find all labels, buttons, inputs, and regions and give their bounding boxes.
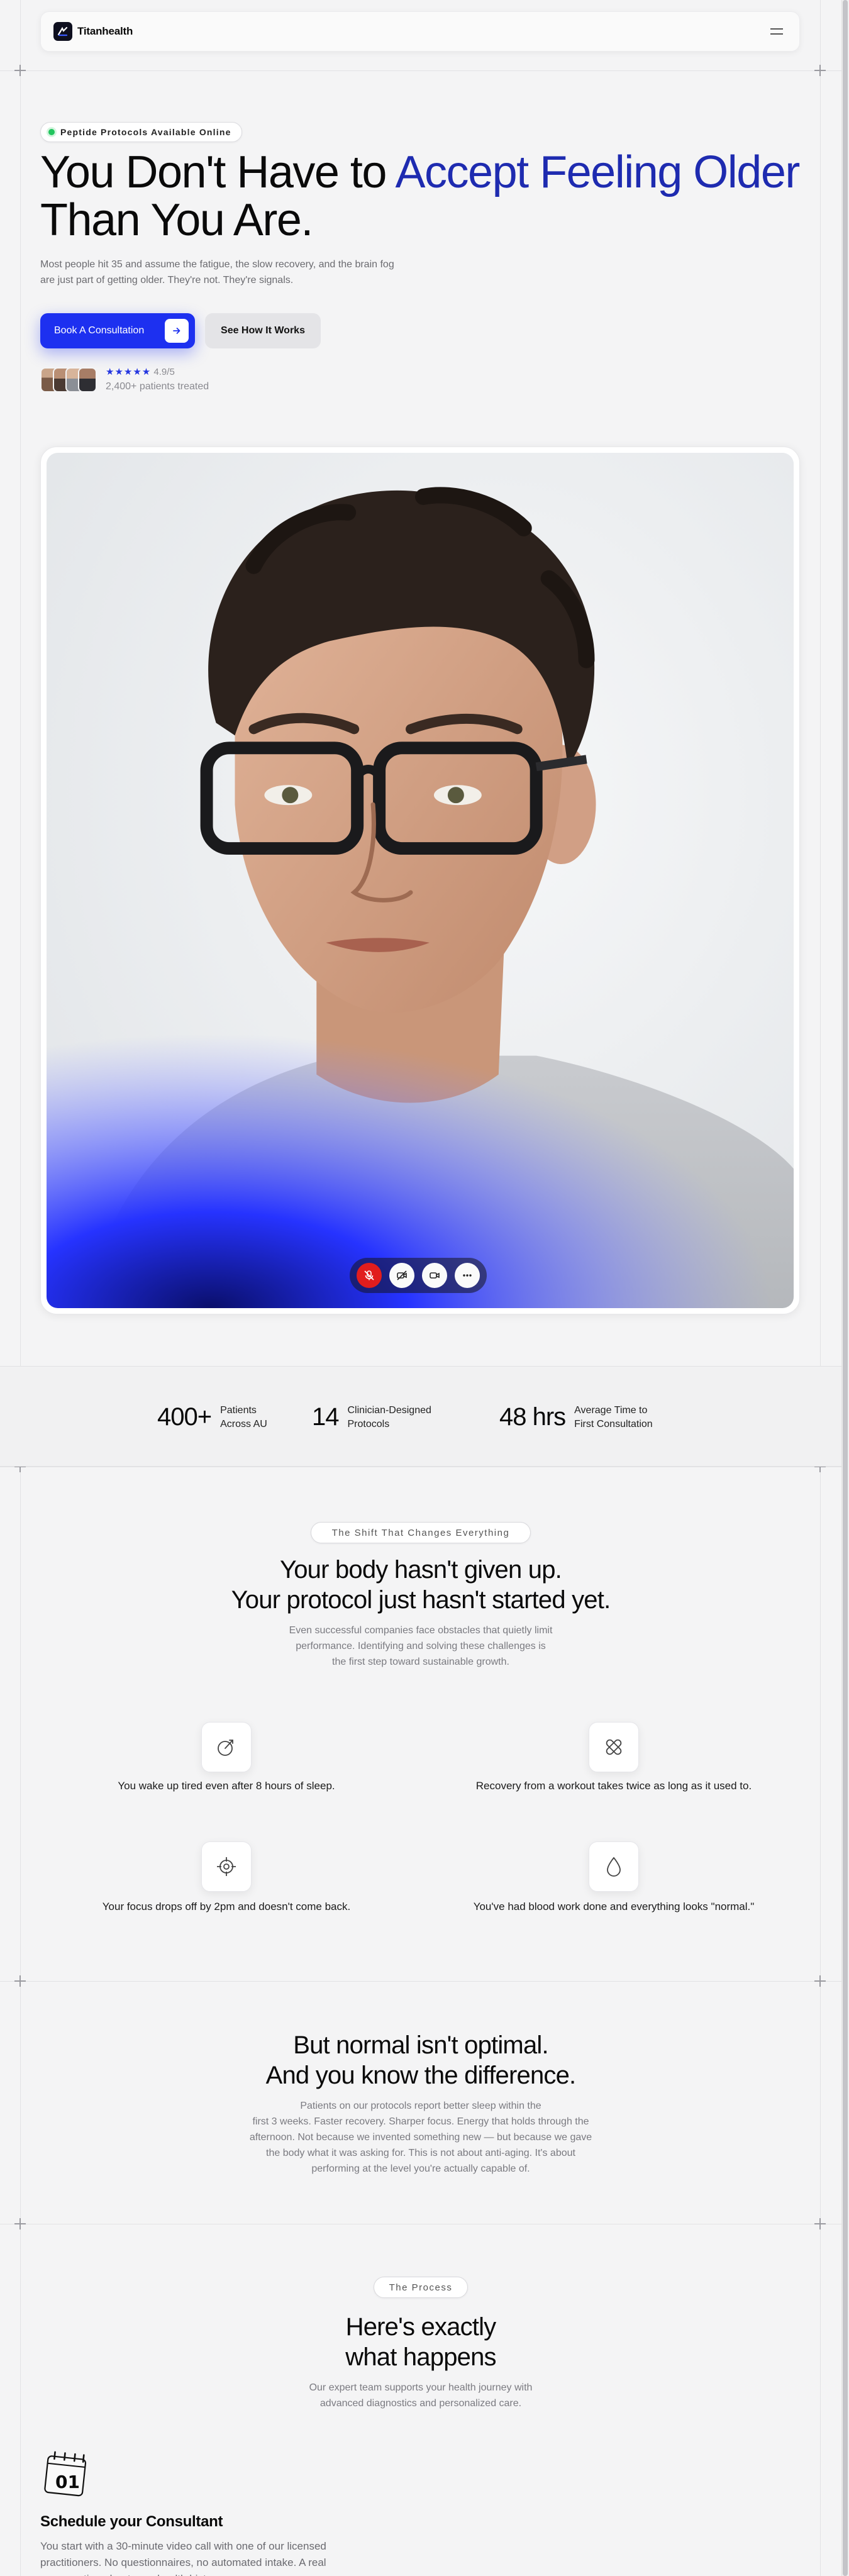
cross-icon bbox=[814, 65, 826, 76]
hero-title-accent: Accept Feeling Older bbox=[395, 147, 801, 197]
hero-title: You Don't Have to Accept Feeling Older Th… bbox=[40, 148, 820, 244]
guide-line bbox=[0, 1981, 849, 1982]
status-dot-icon bbox=[48, 129, 55, 135]
drop-icon bbox=[589, 1841, 639, 1892]
patient-avatars bbox=[40, 367, 97, 392]
hero-title-part1: You Don't Have to bbox=[40, 147, 396, 197]
calendar-icon: 01 bbox=[40, 2448, 93, 2501]
hero-subtitle: Most people hit 35 and assume the fatigu… bbox=[40, 259, 394, 286]
symptom-text: You've had blood work done and everythin… bbox=[473, 1901, 755, 1913]
hero-video-frame bbox=[40, 447, 800, 1314]
guide-line bbox=[20, 0, 21, 2576]
cross-icon bbox=[14, 2218, 26, 2229]
camera-off-icon[interactable] bbox=[389, 1263, 414, 1288]
process-subtitle: Our expert team supports your health jou… bbox=[309, 2382, 533, 2409]
cross-icon bbox=[14, 1975, 26, 1987]
stat-value: 400+ bbox=[157, 1403, 212, 1431]
book-consultation-button[interactable]: Book A Consultation bbox=[40, 313, 195, 348]
rating-stars-icon: ★★★★★ bbox=[106, 367, 152, 377]
scrollbar-thumb[interactable] bbox=[843, 0, 848, 2576]
stat-first-consult: 48 hrs Average Time to First Consultation bbox=[499, 1403, 653, 1431]
switch-camera-icon[interactable] bbox=[422, 1263, 447, 1288]
stat-protocols: 14 Clinician-Designed Protocols bbox=[312, 1403, 431, 1431]
cross-icon bbox=[814, 1975, 826, 1987]
step-text: You start with a 30-minute video call wi… bbox=[40, 2540, 326, 2576]
rating: ★★★★★ 4.9/5 bbox=[106, 366, 175, 377]
arrow-right-icon bbox=[165, 319, 189, 343]
section-tag: The Process bbox=[374, 2277, 468, 2298]
rating-value: 4.9/5 bbox=[153, 367, 175, 377]
section-subtitle: Even successful companies face obstacles… bbox=[289, 1625, 553, 1667]
stat-value: 14 bbox=[312, 1403, 339, 1431]
logo-icon[interactable] bbox=[53, 22, 72, 41]
symptom-text: You wake up tired even after 8 hours of … bbox=[118, 1780, 335, 1792]
avatar bbox=[78, 367, 97, 392]
crosshair-icon bbox=[201, 1841, 252, 1892]
menu-icon[interactable] bbox=[767, 21, 787, 42]
video-call-controls bbox=[350, 1258, 487, 1293]
stats-band: 400+ Patients Across AU 14 Clinician-Desi… bbox=[0, 1366, 841, 1467]
stat-value: 48 hrs bbox=[499, 1403, 566, 1431]
bandage-icon bbox=[589, 1722, 639, 1772]
stat-label: Average Time to First Consultation bbox=[574, 1404, 653, 1430]
step-number: 01 bbox=[55, 2472, 80, 2492]
more-icon[interactable] bbox=[455, 1263, 480, 1288]
hero-portrait-image bbox=[47, 453, 794, 1308]
availability-badge-label: Peptide Protocols Available Online bbox=[60, 127, 231, 137]
symptom-text: Recovery from a workout takes twice as l… bbox=[475, 1780, 752, 1792]
page-scrollbar[interactable] bbox=[841, 0, 849, 2576]
hero-title-part2: Than You Are. bbox=[40, 195, 313, 245]
stat-patients: 400+ Patients Across AU bbox=[157, 1403, 267, 1431]
stat-label: Patients Across AU bbox=[220, 1404, 267, 1430]
step-title: Schedule your Consultant bbox=[40, 2513, 223, 2530]
availability-badge: Peptide Protocols Available Online bbox=[40, 122, 242, 142]
mic-off-icon[interactable] bbox=[357, 1263, 382, 1288]
symptom-text: Your focus drops off by 2pm and doesn't … bbox=[102, 1901, 351, 1913]
cross-icon bbox=[814, 2218, 826, 2229]
brand-name[interactable]: Titanhealth bbox=[77, 25, 133, 38]
patients-treated: 2,400+ patients treated bbox=[106, 381, 209, 392]
book-consultation-label: Book A Consultation bbox=[54, 325, 145, 336]
cross-icon bbox=[14, 65, 26, 76]
see-how-it-works-button[interactable]: See How It Works bbox=[205, 313, 321, 348]
top-navbar: Titanhealth bbox=[40, 11, 800, 52]
optimal-subtitle: Patients on our protocols report better … bbox=[249, 2101, 592, 2174]
stat-label: Clinician-Designed Protocols bbox=[347, 1404, 431, 1430]
guide-line bbox=[0, 70, 849, 71]
section-title: Your body hasn't given up. Your protocol … bbox=[231, 1556, 611, 1614]
guide-line bbox=[820, 0, 821, 2576]
section-tag: The Shift That Changes Everything bbox=[311, 1522, 531, 1543]
compass-icon bbox=[201, 1722, 252, 1772]
optimal-title: But normal isn't optimal. And you know th… bbox=[265, 2031, 577, 2089]
process-title: Here's exactly what happens bbox=[345, 2313, 496, 2371]
